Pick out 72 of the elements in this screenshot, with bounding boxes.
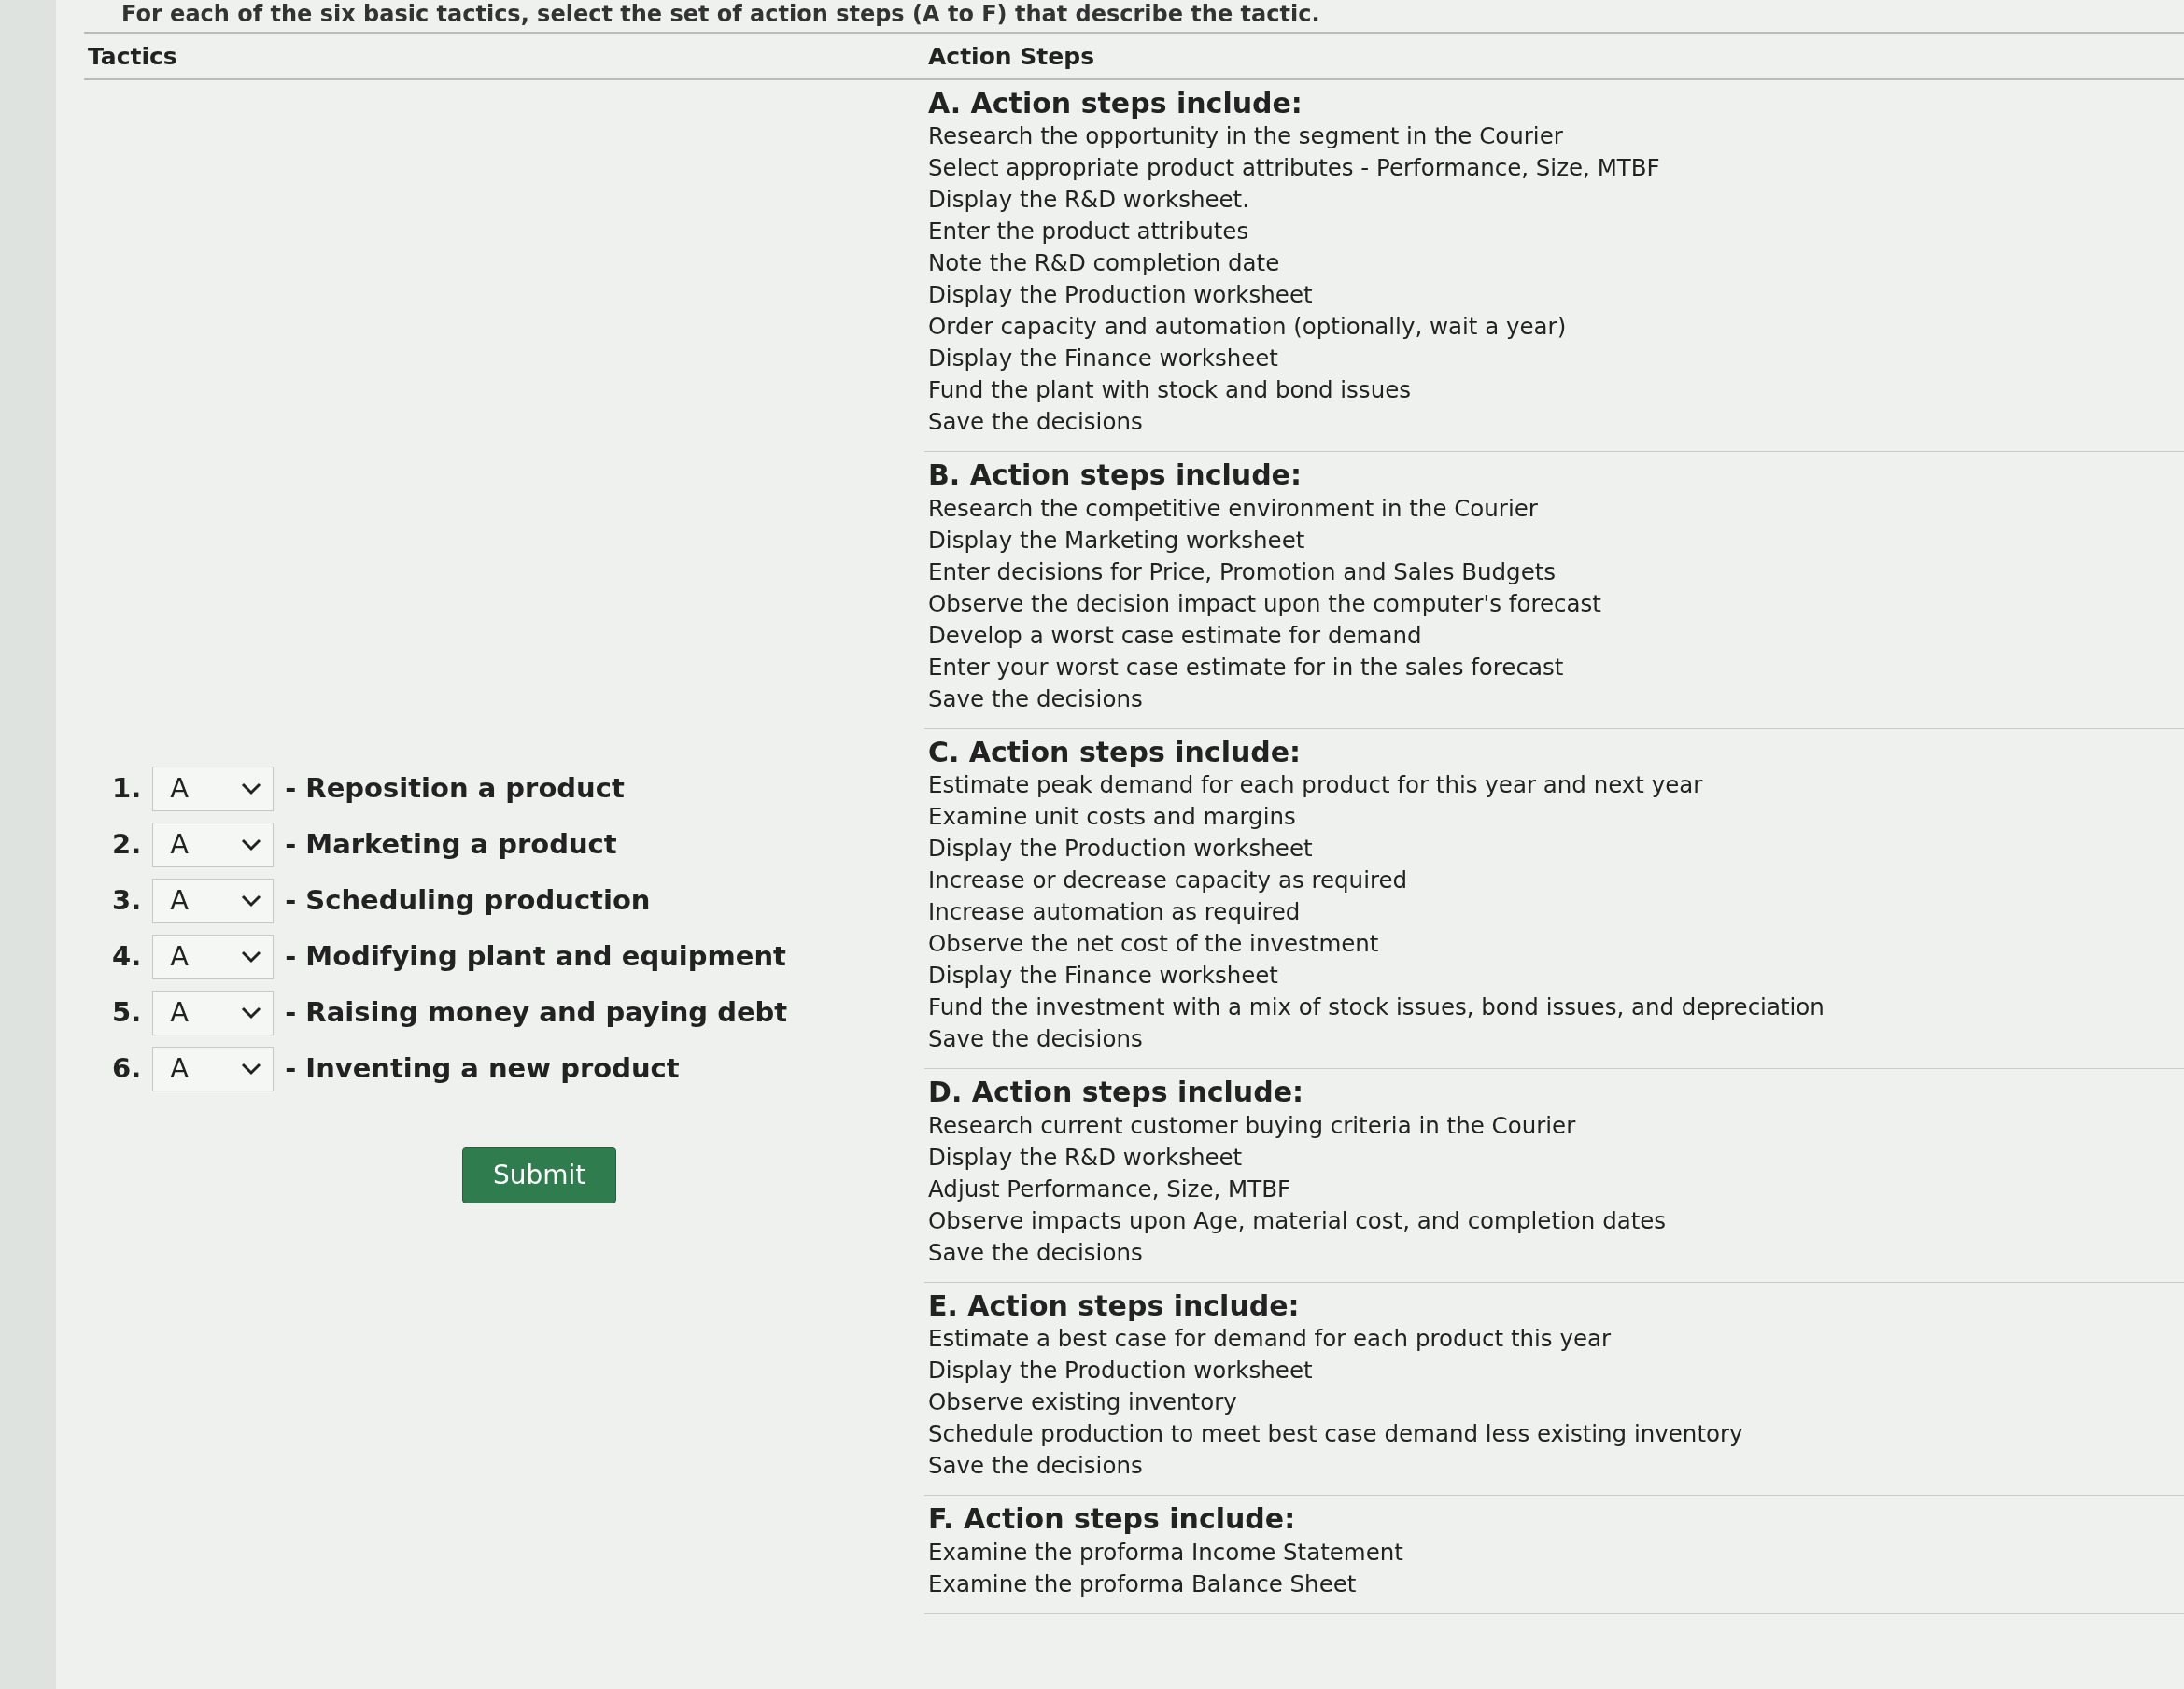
action-step: Save the decisions bbox=[928, 406, 2180, 439]
section-heading: C. Action steps include: bbox=[928, 734, 1303, 770]
action-step: Display the Finance worksheet bbox=[928, 343, 2180, 375]
action-step: Examine the proforma Balance Sheet bbox=[928, 1568, 2180, 1600]
letter-dropdown[interactable]: A bbox=[152, 822, 275, 867]
tactic-number: 5. bbox=[112, 995, 142, 1031]
action-step: Display the Finance worksheet bbox=[928, 960, 2180, 992]
action-step: Estimate peak demand for each product for this year and next year bbox=[928, 769, 2180, 802]
letter-dropdown[interactable]: A bbox=[152, 766, 275, 811]
action-step: Enter decisions for Price, Promotion and Sales Budgets bbox=[928, 556, 2180, 588]
action-step: Research the competitive environment in the Courier bbox=[928, 492, 2180, 525]
tactic-label: - Inventing a new product bbox=[285, 1051, 680, 1087]
action-step: Enter the product attributes bbox=[928, 216, 2180, 248]
section-heading: B. Action steps include: bbox=[928, 457, 1303, 493]
tactic-number: 1. bbox=[112, 771, 142, 807]
action-step: Note the R&D completion date bbox=[928, 247, 2180, 280]
action-step: Examine unit costs and margins bbox=[928, 801, 2180, 834]
letter-dropdown[interactable]: A bbox=[152, 990, 275, 1035]
action-step: Schedule production to meet best case demand less existing inventory bbox=[928, 1418, 2180, 1451]
column-header: Tactics bbox=[84, 34, 924, 80]
action-step: Display the Production worksheet bbox=[928, 279, 2180, 312]
chevron-down-icon bbox=[241, 837, 262, 852]
action-step: Display the Production worksheet bbox=[928, 833, 2180, 866]
action-step: Observe the decision impact upon the computer's forecast bbox=[928, 587, 2180, 620]
tactic-number: 3. bbox=[112, 883, 142, 919]
tactic-label: - Scheduling production bbox=[285, 883, 651, 919]
action-step: Fund the plant with stock and bond issues bbox=[928, 374, 2180, 407]
chevron-down-icon bbox=[241, 781, 262, 795]
action-step: Save the decisions bbox=[928, 1450, 2180, 1483]
tactic-label: - Marketing a product bbox=[285, 827, 617, 863]
tactic-number: 4. bbox=[112, 939, 142, 975]
action-step: Adjust Performance, Size, MTBF bbox=[928, 1173, 2180, 1205]
tactic-label: - Raising money and paying debt bbox=[285, 995, 788, 1031]
instruction-text: For each of the six basic tactics, select the set of action steps (A to F) that describe the tactic. bbox=[84, 0, 2184, 35]
action-step: Fund the investment with a mix of stock issues, bond issues, and depreciation bbox=[928, 992, 2180, 1024]
section-heading: A. Action steps include: bbox=[928, 85, 1303, 121]
action-step: Display the Production worksheet bbox=[928, 1355, 2180, 1387]
action-step: Observe existing inventory bbox=[928, 1386, 2180, 1419]
tactic-label: - Reposition a product bbox=[285, 771, 625, 807]
letter-dropdown[interactable]: A bbox=[152, 934, 275, 979]
chevron-down-icon bbox=[241, 1062, 262, 1076]
tactic-number: 2. bbox=[112, 827, 142, 863]
chevron-down-icon bbox=[241, 950, 262, 964]
tactic-label: - Modifying plant and equipment bbox=[285, 939, 786, 975]
column-header: Action Steps bbox=[924, 34, 2184, 80]
action-step: Display the R&D worksheet bbox=[928, 1141, 2180, 1174]
action-step: Research the opportunity in the segment in the Courier bbox=[928, 120, 2180, 153]
action-step: Examine the proforma Income Statement bbox=[928, 1536, 2180, 1569]
action-step: Select appropriate product attributes - Performance, Size, MTBF bbox=[928, 152, 2180, 185]
action-step: Research current customer buying criteria in the Courier bbox=[928, 1109, 2180, 1142]
action-step: Save the decisions bbox=[928, 1023, 2180, 1056]
action-step: Increase or decrease capacity as required bbox=[928, 865, 2180, 897]
chevron-down-icon bbox=[241, 1006, 262, 1020]
action-step: Display the Marketing worksheet bbox=[928, 524, 2180, 556]
chevron-down-icon bbox=[241, 894, 262, 908]
letter-dropdown[interactable]: A bbox=[152, 1046, 275, 1091]
action-step: Increase automation as required bbox=[928, 896, 2180, 929]
action-step: Estimate a best case for demand for each product this year bbox=[928, 1323, 2180, 1356]
action-step: Develop a worst case estimate for demand bbox=[928, 619, 2180, 652]
section-heading: D. Action steps include: bbox=[928, 1075, 1304, 1110]
action-step: Save the decisions bbox=[928, 1236, 2180, 1269]
section-heading: F. Action steps include: bbox=[928, 1501, 1297, 1537]
action-step: Order capacity and automation (optionally, wait a year) bbox=[928, 311, 2180, 344]
tactic-number: 6. bbox=[112, 1051, 142, 1087]
action-step: Observe impacts upon Age, material cost, and completion dates bbox=[928, 1204, 2180, 1237]
action-step: Save the decisions bbox=[928, 683, 2180, 715]
action-step: Enter your worst case estimate for in the sales forecast bbox=[928, 651, 2180, 683]
action-step: Observe the net cost of the investment bbox=[928, 928, 2180, 961]
submit-button[interactable]: Submit bbox=[462, 1147, 617, 1203]
action-step: Display the R&D worksheet. bbox=[928, 184, 2180, 217]
section-heading: E. Action steps include: bbox=[928, 1288, 1301, 1324]
letter-dropdown[interactable]: A bbox=[152, 878, 275, 923]
